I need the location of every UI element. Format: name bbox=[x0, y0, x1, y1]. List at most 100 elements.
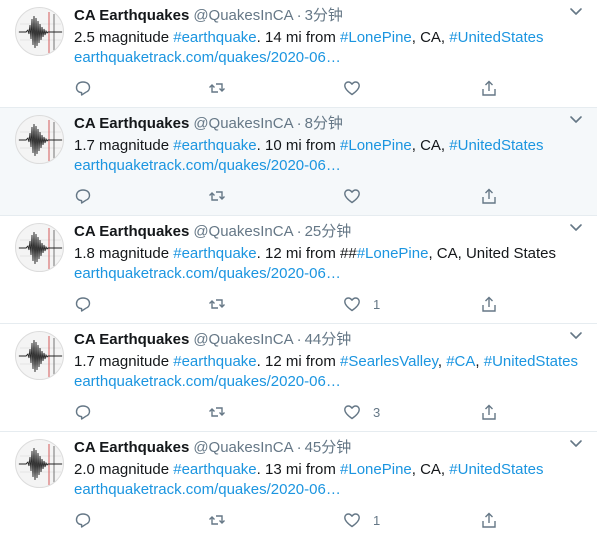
share-button[interactable] bbox=[480, 294, 498, 314]
tweet-timestamp[interactable]: 44分钟 bbox=[305, 331, 352, 348]
tweet-url-link[interactable]: earthquaketrack.com/quakes/2020-06… bbox=[74, 264, 587, 284]
tweet-feed: CA Earthquakes @QuakesInCA · 3分钟 2.5 magnit… bbox=[0, 0, 597, 540]
heart-icon bbox=[344, 513, 360, 528]
reply-button[interactable] bbox=[74, 78, 92, 98]
reply-button[interactable] bbox=[74, 402, 92, 422]
seismograph-icon[interactable] bbox=[15, 7, 64, 56]
tweet-timestamp[interactable]: 25分钟 bbox=[305, 223, 352, 240]
reply-button[interactable] bbox=[74, 510, 92, 530]
seismograph-icon[interactable] bbox=[15, 331, 64, 380]
tweet-text-segment: . 13 mi from bbox=[256, 461, 341, 478]
hashtag-link[interactable]: #UnitedStates bbox=[449, 29, 543, 46]
tweet-timestamp[interactable]: 45分钟 bbox=[305, 439, 352, 456]
retweet-button[interactable] bbox=[208, 78, 226, 98]
hashtag-link[interactable]: #UnitedStates bbox=[449, 137, 543, 154]
hashtag-link[interactable]: #earthquake bbox=[173, 461, 256, 478]
separator-dot: · bbox=[296, 223, 302, 240]
like-button[interactable]: 3 bbox=[343, 402, 380, 422]
heart-icon bbox=[344, 81, 360, 96]
author-handle[interactable]: @QuakesInCA bbox=[193, 115, 293, 132]
tweet-url-link[interactable]: earthquaketrack.com/quakes/2020-06… bbox=[74, 156, 587, 176]
tweet-text-segment: , bbox=[475, 353, 484, 370]
tweet-text-segment: 1.7 magnitude bbox=[74, 137, 174, 154]
hashtag-link[interactable]: #SearlesValley bbox=[340, 353, 438, 370]
retweet-button[interactable] bbox=[208, 510, 226, 530]
hashtag-link[interactable]: #UnitedStates bbox=[449, 461, 543, 478]
tweet[interactable]: CA Earthquakes @QuakesInCA · 25分钟 1.8 magni… bbox=[0, 216, 597, 324]
tweet-url-link[interactable]: earthquaketrack.com/quakes/2020-06… bbox=[74, 48, 587, 68]
like-count: 1 bbox=[373, 512, 381, 528]
chevron-down-icon[interactable] bbox=[569, 329, 583, 343]
tweet-header: CA Earthquakes @QuakesInCA · 3分钟 bbox=[74, 6, 587, 26]
retweet-icon bbox=[209, 407, 225, 417]
author-name[interactable]: CA Earthquakes bbox=[74, 331, 189, 348]
like-button[interactable] bbox=[343, 186, 373, 206]
share-icon bbox=[482, 296, 496, 312]
like-count: 1 bbox=[373, 296, 381, 312]
reply-button[interactable] bbox=[74, 294, 92, 314]
tweet-text: 1.8 magnitude #earthquake. 12 mi from ##… bbox=[74, 244, 587, 264]
author-handle[interactable]: @QuakesInCA bbox=[193, 331, 293, 348]
hashtag-link[interactable]: #earthquake bbox=[173, 137, 256, 154]
author-name[interactable]: CA Earthquakes bbox=[74, 223, 189, 240]
author-handle[interactable]: @QuakesInCA bbox=[193, 439, 293, 456]
tweet[interactable]: CA Earthquakes @QuakesInCA · 8分钟 1.7 magnit… bbox=[0, 108, 597, 216]
tweet-text-segment: 1.8 magnitude bbox=[74, 245, 174, 262]
hashtag-link[interactable]: #earthquake bbox=[173, 29, 256, 46]
tweet-actions: 1 bbox=[74, 510, 504, 530]
tweet-header: CA Earthquakes @QuakesInCA · 25分钟 bbox=[74, 222, 587, 242]
tweet-content: CA Earthquakes @QuakesInCA · 3分钟 2.5 magnit… bbox=[74, 6, 587, 68]
tweet-text: 1.7 magnitude #earthquake. 10 mi from #L… bbox=[74, 136, 587, 156]
seismograph-icon[interactable] bbox=[15, 115, 64, 164]
tweet-header: CA Earthquakes @QuakesInCA · 8分钟 bbox=[74, 114, 587, 134]
tweet[interactable]: CA Earthquakes @QuakesInCA · 3分钟 2.5 magnit… bbox=[0, 0, 597, 108]
seismograph-icon[interactable] bbox=[15, 223, 64, 272]
chevron-down-icon[interactable] bbox=[569, 221, 583, 235]
author-handle[interactable]: @QuakesInCA bbox=[193, 7, 293, 24]
hashtag-link[interactable]: #LonePine bbox=[340, 461, 412, 478]
tweet-text-segment: . 12 mi from bbox=[256, 353, 341, 370]
author-name[interactable]: CA Earthquakes bbox=[74, 439, 189, 456]
like-button[interactable] bbox=[343, 78, 373, 98]
share-button[interactable] bbox=[480, 78, 498, 98]
hashtag-link[interactable]: #LonePine bbox=[340, 29, 412, 46]
tweet-timestamp[interactable]: 8分钟 bbox=[305, 115, 343, 132]
hashtag-link[interactable]: #LonePine bbox=[340, 137, 412, 154]
heart-icon bbox=[344, 297, 360, 312]
like-count: 3 bbox=[373, 404, 381, 420]
seismograph-icon[interactable] bbox=[15, 439, 64, 488]
tweet-content: CA Earthquakes @QuakesInCA · 44分钟 1.7 magni… bbox=[74, 330, 587, 392]
share-button[interactable] bbox=[480, 510, 498, 530]
author-name[interactable]: CA Earthquakes bbox=[74, 7, 189, 24]
share-button[interactable] bbox=[480, 402, 498, 422]
reply-icon bbox=[75, 405, 91, 420]
tweet-url-link[interactable]: earthquaketrack.com/quakes/2020-06… bbox=[74, 480, 587, 500]
separator-dot: · bbox=[296, 331, 302, 348]
tweet-content: CA Earthquakes @QuakesInCA · 8分钟 1.7 magnit… bbox=[74, 114, 587, 176]
tweet-timestamp[interactable]: 3分钟 bbox=[305, 7, 343, 24]
hashtag-link[interactable]: #earthquake bbox=[173, 245, 256, 262]
retweet-icon bbox=[209, 515, 225, 525]
hashtag-link[interactable]: #UnitedStates bbox=[484, 353, 578, 370]
reply-button[interactable] bbox=[74, 186, 92, 206]
chevron-down-icon[interactable] bbox=[569, 5, 583, 19]
retweet-button[interactable] bbox=[208, 186, 226, 206]
hashtag-link[interactable]: #earthquake bbox=[173, 353, 256, 370]
tweet-url-link[interactable]: earthquaketrack.com/quakes/2020-06… bbox=[74, 372, 587, 392]
like-button[interactable]: 1 bbox=[343, 294, 380, 314]
tweet[interactable]: CA Earthquakes @QuakesInCA · 45分钟 2.0 magni… bbox=[0, 432, 597, 540]
share-button[interactable] bbox=[480, 186, 498, 206]
tweet[interactable]: CA Earthquakes @QuakesInCA · 44分钟 1.7 magni… bbox=[0, 324, 597, 432]
author-name[interactable]: CA Earthquakes bbox=[74, 115, 189, 132]
retweet-button[interactable] bbox=[208, 294, 226, 314]
author-handle[interactable]: @QuakesInCA bbox=[193, 223, 293, 240]
hashtag-link[interactable]: #CA bbox=[446, 353, 475, 370]
chevron-down-icon[interactable] bbox=[569, 113, 583, 127]
like-button[interactable]: 1 bbox=[343, 510, 380, 530]
tweet-text-segment: , CA, bbox=[411, 29, 450, 46]
chevron-down-icon[interactable] bbox=[569, 437, 583, 451]
separator-dot: · bbox=[296, 439, 302, 456]
separator-dot: · bbox=[296, 115, 302, 132]
hashtag-link[interactable]: #LonePine bbox=[357, 245, 429, 262]
retweet-button[interactable] bbox=[208, 402, 226, 422]
